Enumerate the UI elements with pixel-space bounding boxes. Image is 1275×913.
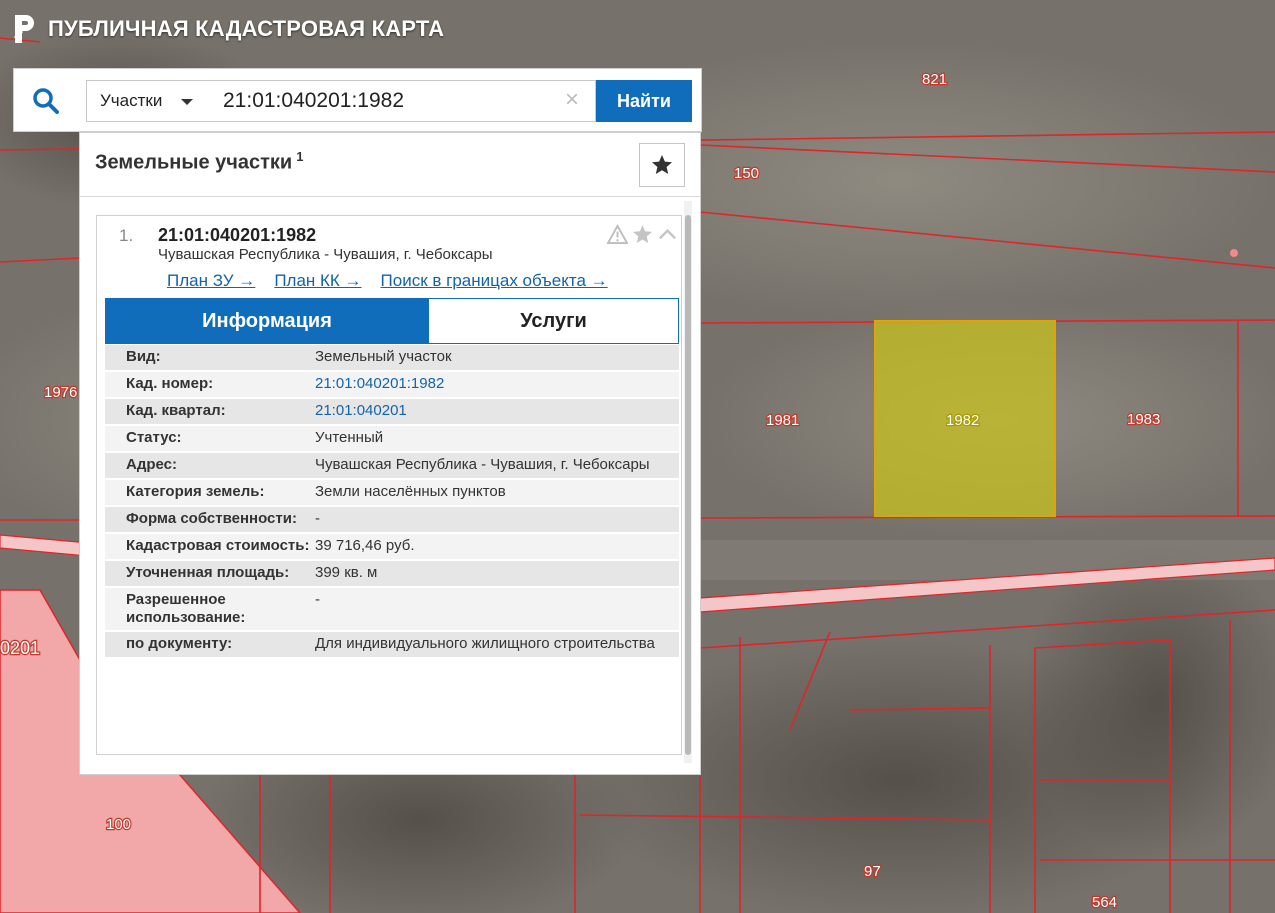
tab-info[interactable]: Информация xyxy=(105,298,429,344)
chevron-up-icon[interactable] xyxy=(657,224,678,245)
results-panel: Земельные участки 1 1. 21:01:040201:1982 … xyxy=(79,132,701,775)
info-row: Кад. квартал: 21:01:040201 xyxy=(105,399,679,424)
search-bar: Участки × Найти xyxy=(13,68,702,132)
results-title: Земельные участки xyxy=(95,151,293,174)
tab-services[interactable]: Услуги xyxy=(429,298,679,344)
info-value: Чувашская Республика - Чувашия, г. Чебок… xyxy=(315,456,650,473)
scrollbar-thumb[interactable] xyxy=(685,215,691,755)
parcel-label-1982[interactable]: 1982 xyxy=(945,411,981,430)
parcel-label-564[interactable]: 564 xyxy=(1091,893,1118,912)
map-point-marker xyxy=(1230,249,1238,257)
star-icon[interactable] xyxy=(632,224,653,245)
info-value: Учтенный xyxy=(315,429,384,446)
info-row: Статус: Учтенный xyxy=(105,426,679,451)
result-address: Чувашская Республика - Чувашия, г. Чебок… xyxy=(158,246,493,263)
results-count: 1 xyxy=(296,149,304,164)
search-icon[interactable] xyxy=(32,87,60,115)
info-value: Земли населённых пунктов xyxy=(315,483,506,500)
search-in-bounds-link[interactable]: Поиск в границах объекта → xyxy=(381,271,608,291)
info-row: Кад. номер: 21:01:040201:1982 xyxy=(105,372,679,397)
plan-kk-link[interactable]: План КК → xyxy=(274,271,361,291)
result-index: 1. xyxy=(119,226,134,245)
info-key: Статус: xyxy=(126,429,182,446)
divider xyxy=(80,196,700,197)
info-row: Уточненная площадь: 399 кв. м xyxy=(105,561,679,586)
result-cadastral-number[interactable]: 21:01:040201:1982 xyxy=(158,225,316,246)
parcel-label-97[interactable]: 97 xyxy=(863,862,882,881)
info-row: Кадастровая стоимость: 39 716,46 руб. xyxy=(105,534,679,559)
card-links: План ЗУ → План КК → Поиск в границах объ… xyxy=(167,271,608,291)
parcel-label-1983[interactable]: 1983 xyxy=(1126,410,1162,429)
info-key: по документу: xyxy=(126,635,233,652)
info-key: Кад. квартал: xyxy=(126,402,226,419)
info-key: Кад. номер: xyxy=(126,375,214,392)
info-key: Кадастровая стоимость: xyxy=(126,537,310,554)
cadastral-number-link[interactable]: 21:01:040201:1982 xyxy=(315,375,679,394)
search-type-label: Участки xyxy=(100,91,163,110)
warning-icon[interactable] xyxy=(607,224,628,245)
parcel-label-821[interactable]: 821 xyxy=(921,70,948,89)
plan-zu-link[interactable]: План ЗУ → xyxy=(167,271,255,291)
info-key: Категория земель: xyxy=(126,483,265,500)
search-input[interactable] xyxy=(203,80,596,122)
chevron-down-icon xyxy=(181,99,193,105)
parcel-label-100[interactable]: 100 xyxy=(105,815,132,834)
app-header: ПУБЛИЧНАЯ КАДАСТРОВАЯ КАРТА xyxy=(12,12,444,46)
favorites-button[interactable] xyxy=(639,143,685,187)
info-value: - xyxy=(315,591,320,608)
clear-icon[interactable]: × xyxy=(560,88,584,112)
parcel-label-150[interactable]: 150 xyxy=(733,164,760,183)
info-value: Для индивидуального жилищного строительс… xyxy=(315,635,655,652)
quarter-label: 0201 xyxy=(0,638,40,658)
cadastral-quarter-link[interactable]: 21:01:040201 xyxy=(315,402,679,421)
parcel-label-1976[interactable]: 1976 xyxy=(43,383,79,402)
card-tabs: Информация Услуги xyxy=(105,298,679,344)
info-table: Вид: Земельный участок Кад. номер: 21:01… xyxy=(105,345,679,659)
search-type-select[interactable]: Участки xyxy=(86,80,204,122)
info-value: - xyxy=(315,510,320,527)
info-row: Форма собственности: - xyxy=(105,507,679,532)
star-icon xyxy=(652,155,672,174)
panel-title: Земельные участки 1 xyxy=(95,149,303,175)
info-row: Вид: Земельный участок xyxy=(105,345,679,370)
info-row: по документу: Для индивидуального жилищн… xyxy=(105,632,679,657)
info-row: Категория земель: Земли населённых пункт… xyxy=(105,480,679,505)
info-key: Форма собственности: xyxy=(126,510,297,527)
result-card: 1. 21:01:040201:1982 Чувашская Республик… xyxy=(96,215,682,755)
parcel-label-1981[interactable]: 1981 xyxy=(765,411,801,430)
info-value: Земельный участок xyxy=(315,348,452,365)
info-key: Уточненная площадь: xyxy=(126,564,290,581)
info-row: Адрес: Чувашская Республика - Чувашия, г… xyxy=(105,453,679,478)
info-key: Вид: xyxy=(126,348,161,365)
info-row: Разрешенное использование: - xyxy=(105,588,679,630)
info-value: 399 кв. м xyxy=(315,564,378,581)
info-value: 39 716,46 руб. xyxy=(315,537,415,554)
find-button[interactable]: Найти xyxy=(596,80,692,122)
rosreestr-logo-icon xyxy=(13,15,34,43)
app-title: ПУБЛИЧНАЯ КАДАСТРОВАЯ КАРТА xyxy=(48,16,445,41)
card-actions xyxy=(607,224,678,245)
info-key: Разрешенное использование: xyxy=(126,591,246,626)
info-key: Адрес: xyxy=(126,456,177,473)
